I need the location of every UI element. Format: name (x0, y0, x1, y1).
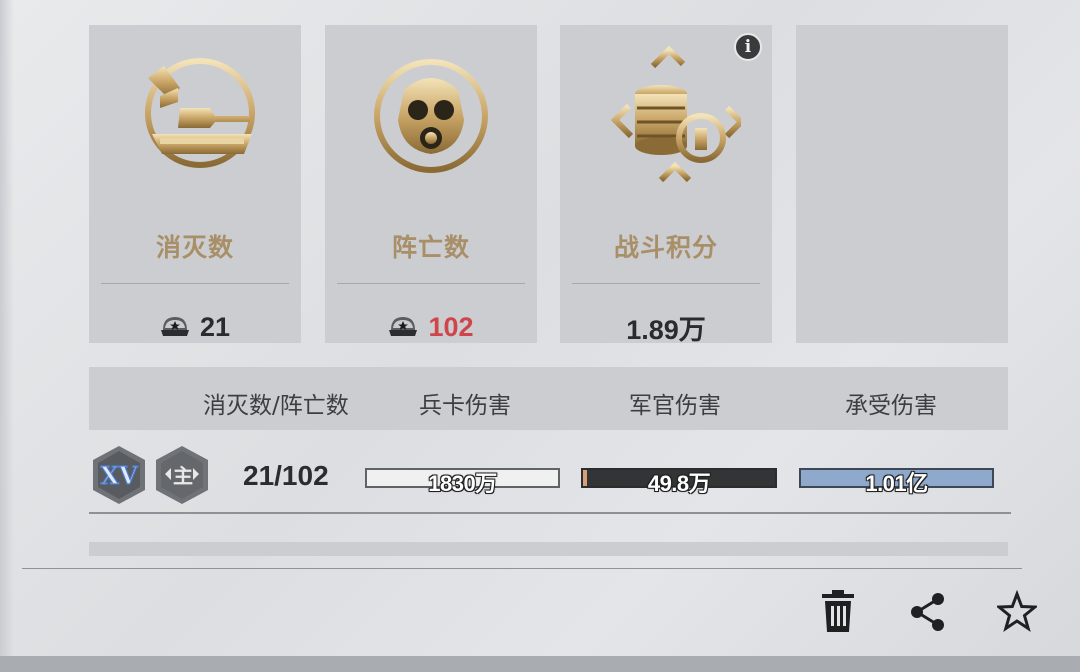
officer-damage-label: 49.8万 (647, 471, 711, 496)
svg-text:XV: XV (100, 461, 138, 490)
stat-value-row: 1.89万 (560, 307, 772, 347)
divider (101, 283, 289, 284)
row-divider (89, 512, 1011, 514)
stat-card-score: 战斗积分 1.89万 (560, 25, 772, 345)
next-row-peek (89, 542, 1008, 556)
stat-value: 1.89万 (626, 314, 706, 345)
divider (337, 283, 525, 284)
tank-target-icon (145, 48, 262, 178)
stat-value-row: 102 (325, 307, 537, 347)
header-damage-taken: 承受伤害 (845, 393, 937, 419)
info-icon[interactable]: i (734, 33, 762, 61)
stat-title: 战斗积分 (613, 233, 718, 262)
stat-title: 消灭数 (155, 233, 234, 262)
kd-value: 21/102 (243, 460, 329, 491)
divider (572, 283, 760, 284)
officer-class-icon: 主 (156, 446, 208, 504)
footer-divider (22, 568, 1022, 569)
helmet-icon (160, 317, 189, 336)
gas-mask-icon (362, 44, 500, 184)
stat-value-row: 21 (89, 307, 301, 347)
damage-taken-bar: 1.01亿 (799, 468, 994, 496)
header-officer-damage: 军官伤害 (629, 393, 721, 419)
stat-value: 21 (199, 311, 231, 342)
header-kd: 消灭数/阵亡数 (203, 393, 349, 419)
helmet-icon (389, 317, 418, 336)
card-damage-label: 1830万 (428, 471, 497, 496)
card-damage-bar: 1830万 (365, 468, 560, 496)
rank-badge-icon: XV (93, 446, 145, 504)
star-icon[interactable] (997, 590, 1037, 634)
bottom-strip (0, 656, 1080, 672)
header-card-damage: 兵卡伤害 (419, 393, 511, 419)
stat-card-deaths: 阵亡数 102 (325, 25, 537, 343)
officer-damage-bar: 49.8万 (581, 468, 777, 496)
background-edge (0, 0, 14, 672)
share-icon[interactable] (907, 590, 947, 634)
trash-icon[interactable] (818, 590, 858, 634)
coins-icon (610, 45, 741, 183)
svg-text:主: 主 (173, 464, 193, 488)
stat-card-empty (796, 25, 1008, 343)
stat-card-kills: 消灭数 21 (89, 25, 301, 343)
stat-title: 阵亡数 (391, 233, 470, 262)
stat-value: 102 (428, 311, 474, 342)
damage-taken-label: 1.01亿 (865, 471, 928, 496)
table-header: 消灭数/阵亡数 兵卡伤害 军官伤害 承受伤害 (89, 367, 1008, 430)
